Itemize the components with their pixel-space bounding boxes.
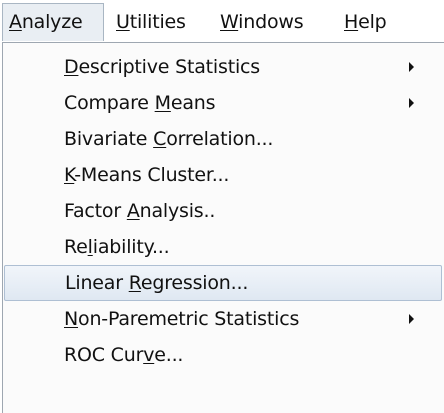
menu-windows[interactable]: Windows <box>214 3 332 41</box>
menu-item-text-post: egression... <box>140 272 249 294</box>
menu-utilities-label: tilities <box>129 11 186 33</box>
menu-item-mnemonic: A <box>126 200 140 222</box>
submenu-arrow-icon <box>409 98 414 108</box>
menu-analyze-mnemonic: A <box>9 11 22 33</box>
submenu-arrow-icon <box>409 62 414 72</box>
analyze-dropdown-menu: Descriptive Statistics Compare Means Biv… <box>2 42 444 413</box>
menu-utilities-mnemonic: U <box>116 11 130 33</box>
menu-help-label: elp <box>358 11 387 33</box>
menu-item-roc-curve[interactable]: ROC Curve... <box>4 337 442 373</box>
menu-item-text-post: orrelation... <box>166 128 274 150</box>
menu-analyze[interactable]: Analyze <box>2 3 104 41</box>
menu-item-descriptive-statistics[interactable]: Descriptive Statistics <box>4 49 442 85</box>
menu-item-compare-means[interactable]: Compare Means <box>4 85 442 121</box>
menu-help-mnemonic: H <box>344 11 359 33</box>
menu-item-text-post: nalysis.. <box>139 200 216 222</box>
menu-help[interactable]: Help <box>338 3 400 41</box>
submenu-arrow-icon <box>409 314 414 324</box>
menu-item-text-pre: ROC Cur <box>64 344 144 366</box>
menu-item-text-pre: Compare <box>64 92 155 114</box>
menu-bar: Analyze Utilities Windows Help <box>0 0 444 44</box>
menu-item-reliability[interactable]: Reliability... <box>4 229 442 265</box>
menu-utilities[interactable]: Utilities <box>110 3 208 41</box>
menu-item-text-pre: Linear <box>65 272 129 294</box>
menu-item-mnemonic: R <box>128 272 141 294</box>
menu-item-mnemonic: v <box>143 344 155 366</box>
menu-item-k-means-cluster[interactable]: K-Means Cluster... <box>4 157 442 193</box>
menu-item-text-pre: Bivariate <box>64 128 154 150</box>
menu-item-text-post: eans <box>170 92 216 114</box>
menu-item-mnemonic: K <box>64 164 75 186</box>
menu-windows-mnemonic: W <box>220 11 239 33</box>
menu-item-text-post: e... <box>154 344 184 366</box>
menu-item-linear-regression[interactable]: Linear Regression... <box>4 265 442 301</box>
menu-item-mnemonic: M <box>154 92 171 114</box>
menu-item-text-post: escriptive Statistics <box>78 56 260 78</box>
menu-item-text-pre: Re <box>64 236 88 258</box>
menu-item-mnemonic: C <box>153 128 167 150</box>
menu-item-text-post: iability... <box>92 236 170 258</box>
menu-item-mnemonic: N <box>64 308 79 330</box>
menu-analyze-label: nalyze <box>21 11 83 33</box>
menu-item-text-post: on-Paremetric Statistics <box>78 308 300 330</box>
menu-item-non-paremetric-statistics[interactable]: Non-Paremetric Statistics <box>4 301 442 337</box>
menu-item-factor-analysis[interactable]: Factor Analysis.. <box>4 193 442 229</box>
menu-item-text-pre: Factor <box>64 200 127 222</box>
menu-item-bivariate-correlation[interactable]: Bivariate Correlation... <box>4 121 442 157</box>
menu-windows-label: indows <box>238 11 304 33</box>
menu-item-text-post: -Means Cluster... <box>74 164 230 186</box>
menu-item-mnemonic: D <box>64 56 79 78</box>
